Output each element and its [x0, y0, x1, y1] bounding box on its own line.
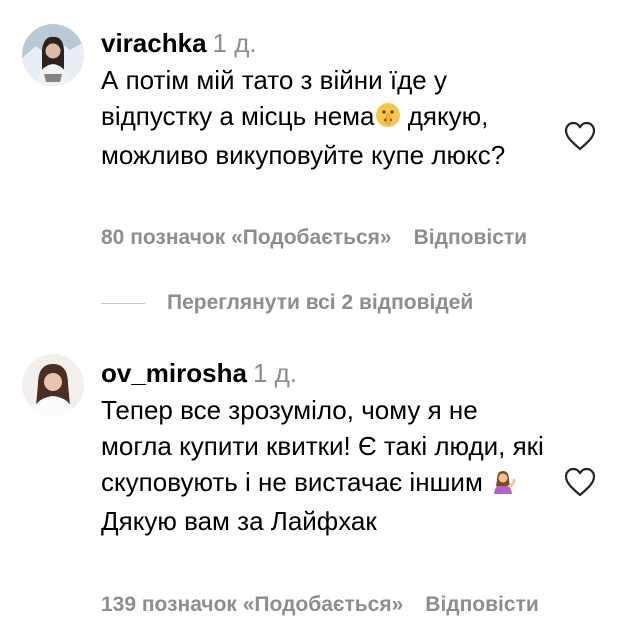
- avatar[interactable]: [22, 354, 84, 416]
- likes-count[interactable]: 80 позначок «Подобається»: [101, 226, 392, 249]
- comment-body: ov_mirosha 1 д. Тепер все зрозуміло, чому…: [101, 356, 551, 539]
- username[interactable]: virachka: [101, 28, 207, 58]
- likes-count[interactable]: 139 позначок «Подобається»: [101, 593, 403, 616]
- comment-header: virachka 1 д.: [101, 26, 551, 60]
- reply-button[interactable]: Відповісти: [414, 226, 527, 249]
- divider-dash: [101, 302, 145, 304]
- comment-body: virachka 1 д. А потім мій тато з війни їд…: [101, 26, 551, 173]
- avatar[interactable]: [22, 24, 84, 86]
- comment-meta: 80 позначок «Подобається» Відповісти: [101, 226, 527, 250]
- username[interactable]: ov_mirosha: [101, 358, 247, 388]
- heart-outline-icon[interactable]: [563, 120, 597, 152]
- person-tipping-hand-emoji: [490, 467, 516, 503]
- shushing-face-emoji: [375, 101, 401, 137]
- reply-button[interactable]: Відповісти: [425, 593, 538, 616]
- view-replies-label[interactable]: Переглянути всі 2 відповідей: [167, 291, 473, 314]
- view-replies-button[interactable]: Переглянути всі 2 відповідей: [101, 291, 473, 319]
- comment-header: ov_mirosha 1 д.: [101, 356, 551, 390]
- timestamp[interactable]: 1 д.: [213, 28, 257, 58]
- comment-meta: 139 позначок «Подобається» Відповісти: [101, 593, 539, 617]
- heart-outline-icon[interactable]: [563, 466, 597, 498]
- comment-text: А потім мій тато з війни їде у відпустку…: [101, 62, 551, 173]
- comment-text-part: Дякую вам за Лайфхак: [101, 506, 377, 536]
- timestamp[interactable]: 1 д.: [253, 358, 297, 388]
- comment-text: Тепер все зрозуміло, чому я не могла куп…: [101, 392, 551, 539]
- comment-text-part: Тепер все зрозуміло, чому я не могла куп…: [101, 395, 544, 497]
